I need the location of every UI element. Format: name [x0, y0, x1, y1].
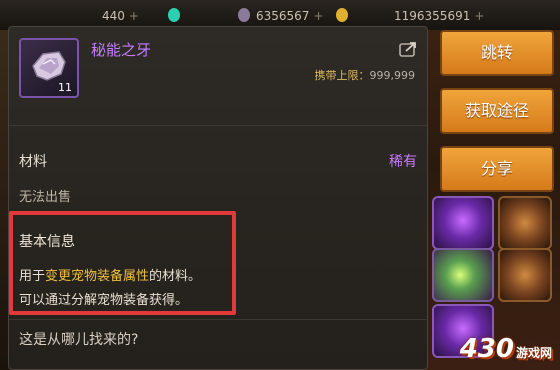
item-source-text: 这是从哪儿找来的? [19, 332, 139, 348]
inventory-slot[interactable] [432, 196, 494, 250]
carry-limit-label: 携带上限： [314, 69, 370, 82]
fang-icon [32, 51, 66, 81]
divider [9, 125, 427, 126]
resource-1-add[interactable]: + [129, 9, 139, 23]
item-tooltip: 11 秘能之牙 携带上限：999,999 材料 稀有 无法出售 基本信息 用于变… [8, 26, 428, 370]
inventory-slot[interactable] [498, 248, 552, 302]
gem-icon [168, 8, 180, 22]
resource-2: 6356567 + [256, 9, 324, 23]
crystal-icon [238, 8, 250, 22]
desc-highlight: 变更宠物装备属性 [45, 269, 150, 284]
inventory-slot[interactable] [498, 196, 552, 250]
carry-limit: 携带上限：999,999 [315, 67, 416, 83]
desc-prefix: 用于 [19, 269, 46, 284]
jump-button[interactable]: 跳转 [440, 30, 554, 76]
gold-coin-icon [336, 8, 348, 22]
item-name: 秘能之牙 [91, 41, 152, 59]
carry-limit-value: 999,999 [369, 69, 416, 82]
item-description-2: 可以通过分解宠物装备获得。 [19, 293, 189, 308]
obtain-path-button[interactable]: 获取途径 [440, 88, 554, 134]
share-button[interactable]: 分享 [440, 146, 554, 192]
inventory-slot[interactable] [432, 248, 494, 302]
item-rarity: 稀有 [389, 154, 417, 170]
desc-suffix: 的材料。 [149, 269, 202, 284]
sell-status: 无法出售 [19, 190, 72, 205]
item-description: 用于变更宠物装备属性的材料。 [19, 265, 201, 284]
item-category: 材料 [19, 154, 47, 170]
resource-1: 440 + [102, 9, 139, 23]
item-icon: 11 [19, 38, 79, 98]
basic-info-title: 基本信息 [19, 234, 75, 250]
divider [9, 319, 427, 320]
resource-3: 1196355691 + [394, 9, 485, 23]
site-watermark: 430 游戏网 [459, 334, 552, 364]
resource-2-add[interactable]: + [313, 9, 323, 23]
item-count: 11 [58, 81, 72, 94]
resource-3-add[interactable]: + [474, 9, 484, 23]
share-out-icon[interactable] [399, 41, 417, 57]
